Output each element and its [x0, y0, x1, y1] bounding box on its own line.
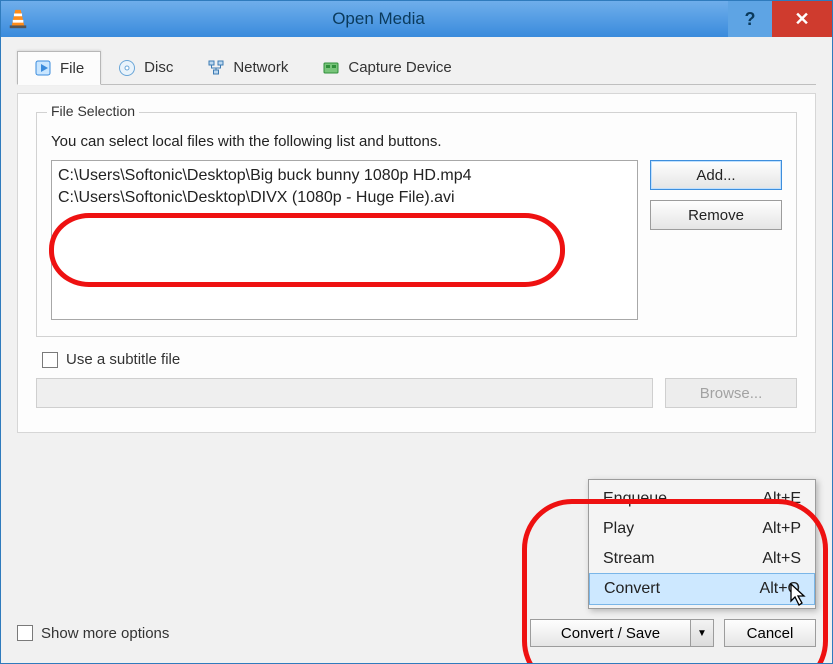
tab-label: Capture Device	[348, 59, 451, 76]
close-button[interactable]: ✕	[772, 1, 832, 37]
add-button[interactable]: Add...	[650, 160, 782, 190]
titlebar: Open Media ? ✕	[1, 1, 832, 37]
menu-item-label: Convert	[604, 580, 660, 598]
cancel-button[interactable]: Cancel	[724, 619, 816, 647]
tab-label: Disc	[144, 59, 173, 76]
convert-save-main[interactable]: Convert / Save	[530, 619, 690, 647]
use-subtitle-label: Use a subtitle file	[66, 351, 180, 368]
vlc-app-icon	[7, 8, 29, 30]
tab-row: File Disc Network Capture Device	[17, 51, 816, 85]
remove-button[interactable]: Remove	[650, 200, 782, 230]
menu-item-shortcut: Alt+S	[762, 550, 801, 568]
menu-item-stream[interactable]: Stream Alt+S	[589, 544, 815, 574]
file-listbox[interactable]: C:\Users\Softonic\Desktop\Big buck bunny…	[51, 160, 638, 320]
disc-icon	[118, 59, 136, 77]
help-button[interactable]: ?	[728, 1, 772, 37]
convert-save-splitbutton[interactable]: Convert / Save ▼	[530, 619, 714, 647]
subtitle-path-input	[36, 378, 653, 408]
show-more-options-label: Show more options	[41, 625, 169, 642]
tab-file[interactable]: File	[17, 51, 101, 85]
window-title: Open Media	[29, 9, 728, 29]
show-more-options-checkbox[interactable]	[17, 625, 33, 641]
capture-card-icon	[322, 59, 340, 77]
menu-item-play[interactable]: Play Alt+P	[589, 514, 815, 544]
menu-item-convert[interactable]: Convert Alt+O	[589, 573, 815, 605]
convert-save-menu: Enqueue Alt+E Play Alt+P Stream Alt+S Co…	[588, 479, 816, 609]
browse-subtitle-button: Browse...	[665, 378, 797, 408]
file-selection-hint: You can select local files with the foll…	[51, 133, 782, 150]
menu-item-label: Enqueue	[603, 490, 667, 508]
convert-save-caret[interactable]: ▼	[690, 619, 714, 647]
file-play-icon	[34, 59, 52, 77]
use-subtitle-row: Use a subtitle file	[42, 351, 797, 368]
menu-item-label: Play	[603, 520, 634, 538]
file-list-item[interactable]: C:\Users\Softonic\Desktop\Big buck bunny…	[58, 165, 631, 187]
open-media-window: Open Media ? ✕ File Disc Network Capture…	[0, 0, 833, 664]
tab-label: File	[60, 60, 84, 77]
network-icon	[207, 59, 225, 77]
menu-item-enqueue[interactable]: Enqueue Alt+E	[589, 484, 815, 514]
chevron-down-icon: ▼	[697, 628, 707, 639]
group-legend: File Selection	[47, 103, 139, 119]
client-area: File Disc Network Capture Device File Se…	[1, 37, 832, 663]
tab-capture[interactable]: Capture Device	[305, 50, 468, 84]
tab-label: Network	[233, 59, 288, 76]
tab-network[interactable]: Network	[190, 50, 305, 84]
file-list-item[interactable]: C:\Users\Softonic\Desktop\DIVX (1080p - …	[58, 187, 631, 209]
mouse-cursor-icon	[790, 583, 808, 607]
menu-item-shortcut: Alt+E	[762, 490, 801, 508]
tab-disc[interactable]: Disc	[101, 50, 190, 84]
menu-item-shortcut: Alt+P	[762, 520, 801, 538]
footer-bar: Show more options Convert / Save ▼ Cance…	[17, 619, 816, 647]
file-tab-panel: File Selection You can select local file…	[17, 93, 816, 433]
file-selection-group: File Selection You can select local file…	[36, 112, 797, 337]
menu-item-label: Stream	[603, 550, 655, 568]
use-subtitle-checkbox[interactable]	[42, 352, 58, 368]
